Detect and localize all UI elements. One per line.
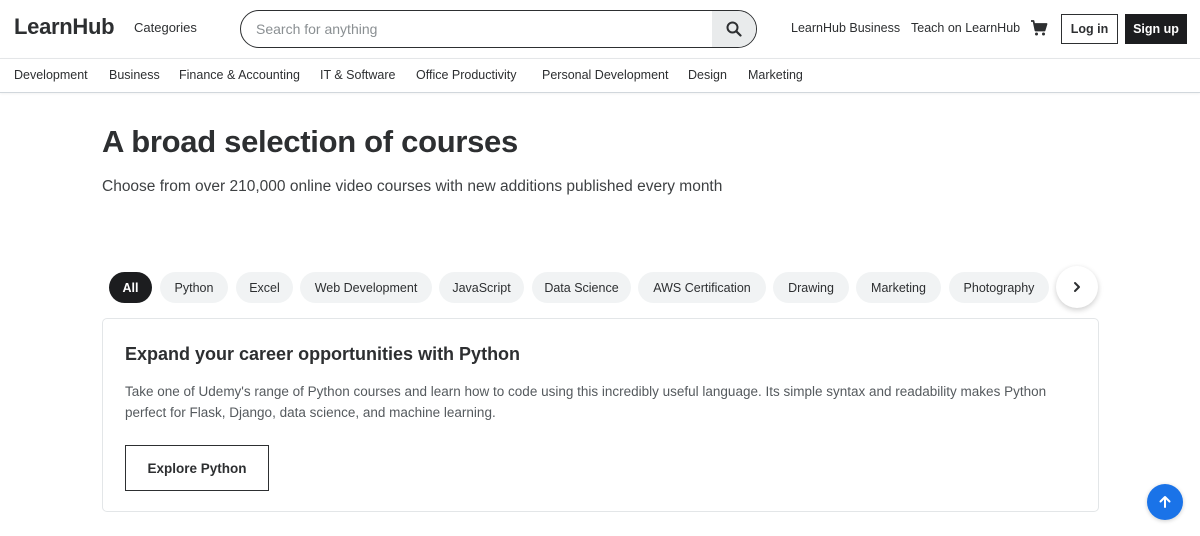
signup-button[interactable]: Sign up	[1125, 14, 1187, 44]
tab-photography[interactable]: Photography	[949, 272, 1049, 303]
topic-card: Expand your career opportunities with Py…	[102, 318, 1099, 512]
login-button[interactable]: Log in	[1061, 14, 1118, 44]
page-title: A broad selection of courses	[102, 124, 518, 159]
tab-excel[interactable]: Excel	[236, 272, 293, 303]
tab-data-science[interactable]: Data Science	[532, 272, 631, 303]
tab-all[interactable]: All	[109, 272, 152, 303]
tab-marketing[interactable]: Marketing	[856, 272, 941, 303]
tab-aws-certification[interactable]: AWS Certification	[638, 272, 766, 303]
category-nav-item[interactable]: Finance & Accounting	[179, 68, 300, 82]
arrow-up-icon	[1159, 496, 1171, 508]
search-input[interactable]	[241, 11, 713, 47]
explore-python-button[interactable]: Explore Python	[125, 445, 269, 491]
card-title: Expand your career opportunities with Py…	[125, 344, 521, 364]
category-nav-item[interactable]: Design	[688, 68, 727, 82]
category-nav-item[interactable]: Marketing	[748, 68, 803, 82]
tab-python[interactable]: Python	[160, 272, 228, 303]
logo[interactable]: LearnHub	[14, 14, 115, 40]
category-nav-item[interactable]: Business	[109, 68, 160, 82]
teach-link[interactable]: Teach on LearnHub	[911, 21, 1020, 35]
card-description: Take one of Udemy's range of Python cour…	[125, 384, 1047, 420]
category-nav-item[interactable]: IT & Software	[320, 68, 396, 82]
category-nav-item[interactable]: Development	[14, 68, 88, 82]
cart-icon[interactable]	[1030, 19, 1048, 37]
tab-web-development[interactable]: Web Development	[300, 272, 432, 303]
search-bar	[240, 10, 757, 48]
scroll-to-top-button[interactable]	[1147, 484, 1183, 520]
category-nav: Development Business Finance & Accountin…	[0, 58, 1200, 93]
category-nav-item[interactable]: Office Productivity	[416, 68, 517, 82]
category-nav-item[interactable]: Personal Development	[542, 68, 668, 82]
chevron-right-icon	[1074, 282, 1080, 292]
tabs-next-button[interactable]	[1056, 266, 1098, 308]
tab-javascript[interactable]: JavaScript	[439, 272, 524, 303]
search-button[interactable]	[712, 11, 756, 47]
categories-link[interactable]: Categories	[134, 20, 197, 35]
top-header: LearnHub Categories LearnHub Business Te…	[0, 0, 1200, 58]
search-icon	[726, 21, 742, 37]
page-subtitle: Choose from over 210,000 online video co…	[102, 178, 723, 195]
tab-drawing[interactable]: Drawing	[773, 272, 849, 303]
business-link[interactable]: LearnHub Business	[791, 21, 900, 35]
